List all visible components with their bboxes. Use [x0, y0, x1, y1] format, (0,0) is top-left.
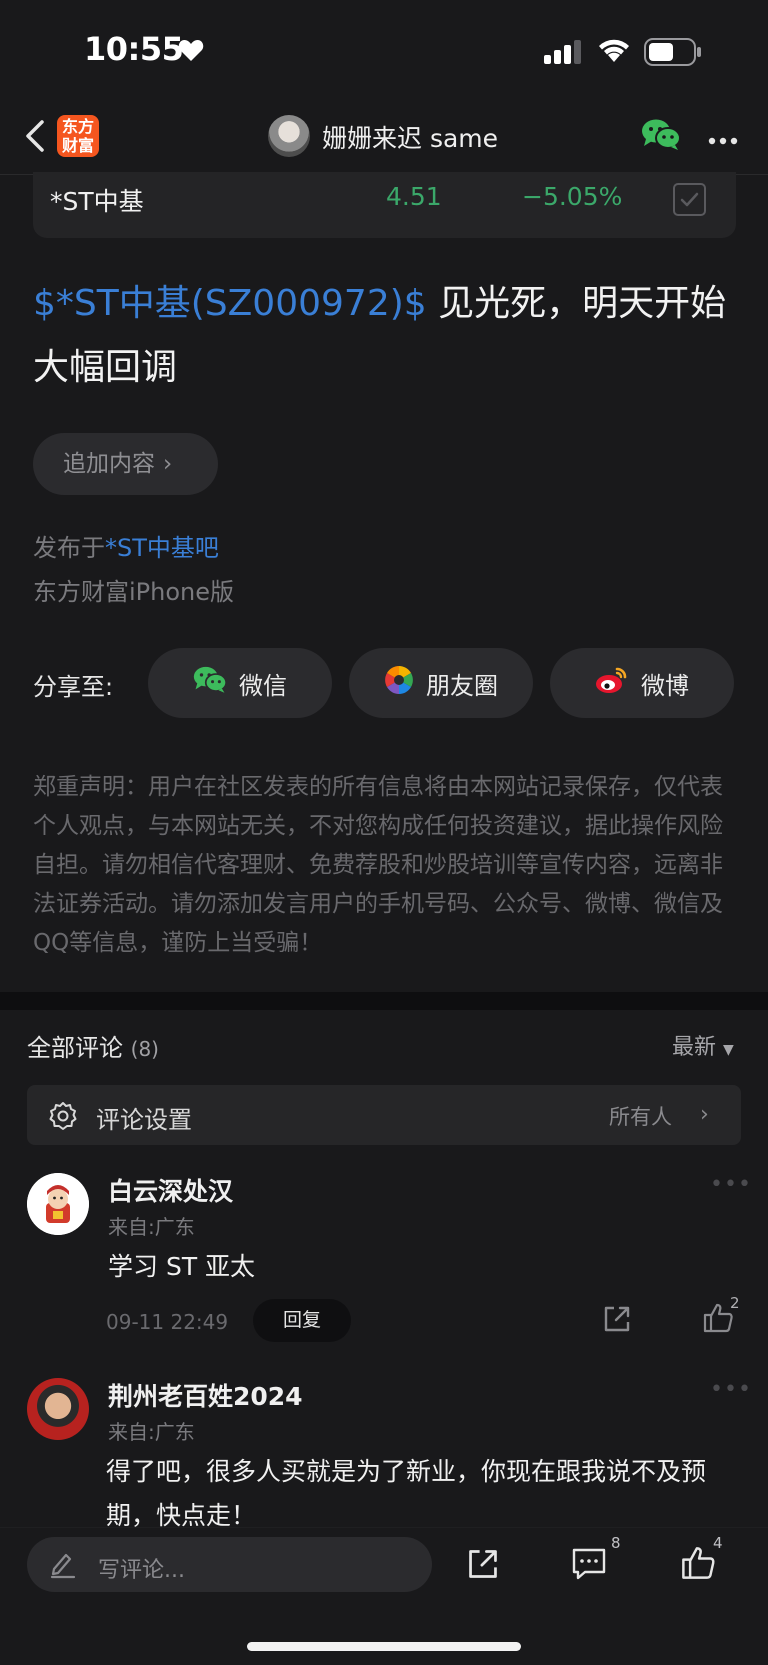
more-icon[interactable] [708, 130, 738, 149]
share-icon[interactable] [602, 1304, 632, 1338]
heart-icon [178, 38, 204, 66]
app-logo: 东方 财富 [57, 115, 99, 157]
checkbox-icon[interactable] [673, 183, 706, 216]
disclaimer-text: 郑重声明：用户在社区发表的所有信息将由本网站记录保存，仅代表个人观点，与本网站无… [33, 774, 723, 956]
forum-link[interactable]: *ST中基吧 [105, 534, 219, 562]
stock-tag-link[interactable]: $*ST中基(SZ000972)$ [33, 283, 427, 324]
avatar[interactable] [27, 1173, 89, 1235]
author-avatar[interactable] [268, 115, 310, 157]
wifi-icon [596, 36, 632, 68]
post-body: $*ST中基(SZ000972)$ 见光死，明天开始大幅回调 [33, 272, 739, 400]
comment-location: 来自:广东 [108, 1215, 195, 1239]
caret-down-icon: ▼ [723, 1042, 734, 1058]
chevron-right-icon: › [700, 1102, 709, 1127]
reply-button[interactable]: 回复 [253, 1299, 351, 1342]
published-in: 发布于*ST中基吧 [33, 528, 219, 563]
comment-count-badge: 8 [611, 1534, 621, 1552]
append-content-label: 追加内容 [63, 451, 155, 477]
comment-author[interactable]: 白云深处汉 [108, 1172, 233, 1208]
moments-icon [384, 665, 414, 701]
share-moments-label: 朋友圈 [426, 671, 498, 700]
comment-icon[interactable] [571, 1547, 607, 1585]
share-weibo-label: 微博 [641, 671, 689, 700]
more-icon[interactable]: ••• [710, 1377, 752, 1402]
comment-text: 学习 ST 亚太 [108, 1252, 256, 1281]
sort-dropdown[interactable]: 最新 ▼ [672, 1029, 734, 1061]
gear-icon [48, 1101, 78, 1135]
comments-title: 全部评论 (8) [27, 1028, 159, 1063]
share-moments-button[interactable]: 朋友圈 [349, 648, 533, 718]
avatar[interactable] [27, 1378, 89, 1440]
signal-icon [544, 40, 584, 68]
logo-text-line2: 财富 [61, 136, 94, 155]
client-info: 东方财富iPhone版 [33, 578, 235, 606]
chevron-right-icon: › [163, 451, 173, 477]
published-prefix: 发布于 [33, 534, 105, 562]
comment-time: 09-11 22:49 [106, 1310, 229, 1334]
comment-text: 得了吧，很多人买就是为了新业，你现在跟我说不及预期，快点走！ [106, 1457, 707, 1530]
wechat-icon[interactable] [641, 118, 681, 156]
comment-settings-value: 所有人 [609, 1105, 672, 1129]
share-weibo-button[interactable]: 微博 [550, 648, 734, 718]
home-indicator [247, 1642, 521, 1651]
weibo-icon [595, 665, 629, 701]
share-label: 分享至: [33, 673, 114, 701]
thumbs-up-icon[interactable] [680, 1545, 716, 1585]
sort-label: 最新 [672, 1035, 717, 1060]
status-time: 10:55 [84, 30, 184, 68]
more-icon[interactable]: ••• [710, 1172, 752, 1197]
comment-location: 来自:广东 [108, 1420, 195, 1444]
comment-input[interactable] [27, 1537, 432, 1592]
stock-name: *ST中基 [50, 187, 144, 216]
author-name[interactable]: 姗姗来迟 same [322, 119, 498, 155]
like-count-badge: 4 [713, 1534, 723, 1552]
stock-price: 4.51 [386, 182, 442, 211]
comment-settings-label: 评论设置 [96, 1106, 192, 1134]
comment-author[interactable]: 荆州老百姓2024 [108, 1377, 303, 1413]
append-content-button[interactable]: 追加内容 › [33, 433, 218, 495]
battery-icon [644, 38, 702, 70]
stock-change: −5.05% [522, 182, 623, 211]
share-wechat-label: 微信 [239, 671, 287, 700]
section-divider [0, 992, 768, 1010]
share-wechat-button[interactable]: 微信 [148, 648, 332, 718]
logo-text-line1: 东方 [61, 117, 94, 136]
share-icon[interactable] [466, 1547, 500, 1585]
comments-count: (8) [130, 1037, 159, 1061]
back-icon[interactable] [22, 116, 48, 156]
wechat-icon [193, 665, 227, 701]
comment-placeholder: 写评论... [98, 1558, 185, 1583]
comments-title-label: 全部评论 [27, 1034, 123, 1062]
like-count: 2 [730, 1294, 740, 1312]
pen-icon [50, 1551, 76, 1583]
